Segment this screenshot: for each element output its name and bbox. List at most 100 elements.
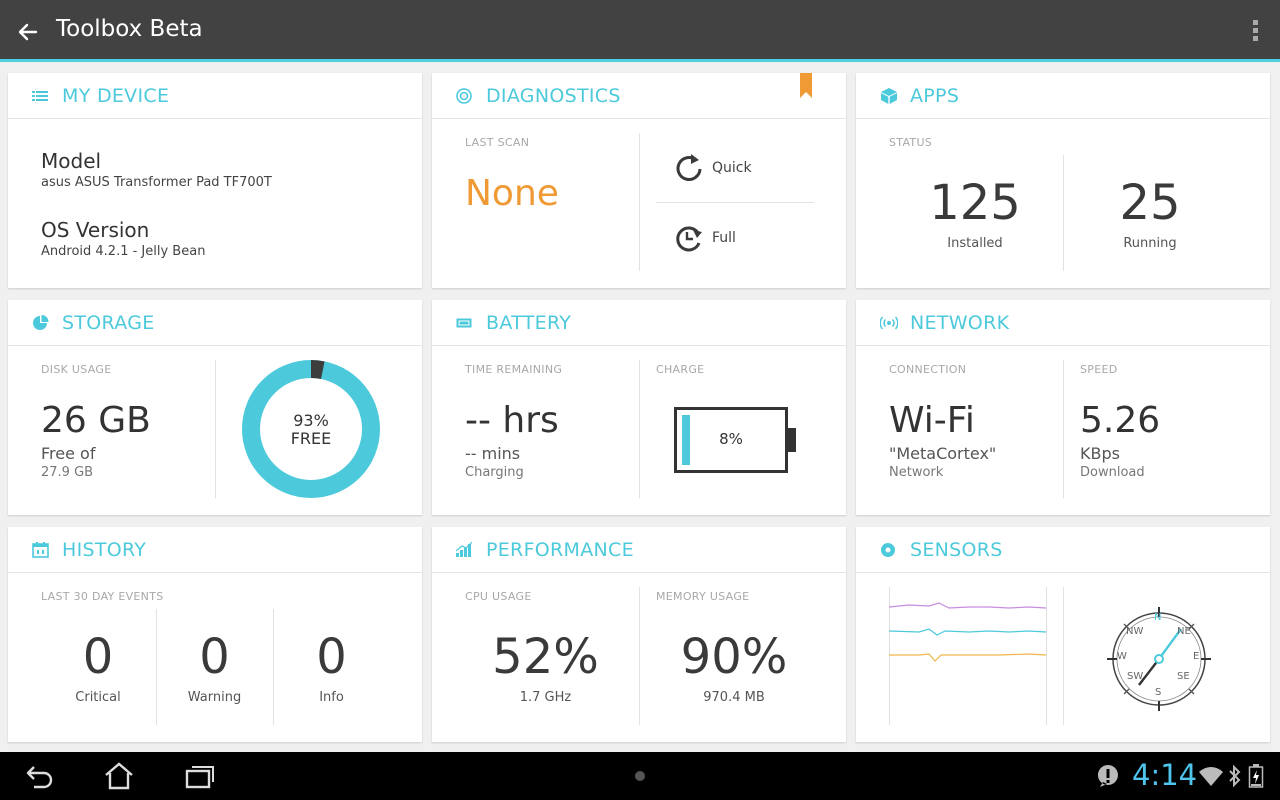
system-nav-bar: 4:14 (0, 752, 1280, 800)
connection-label: CONNECTION (889, 363, 967, 376)
speed-direction: Download (1080, 465, 1145, 480)
compass-w: W (1117, 651, 1127, 662)
card-network[interactable]: NETWORK CONNECTION Wi-Fi "MetaCortex" Ne… (856, 300, 1270, 515)
divider (1063, 587, 1064, 725)
time-remaining-label: TIME REMAINING (465, 363, 563, 376)
pie-chart-icon (33, 315, 49, 330)
quick-scan-label: Quick (712, 160, 752, 176)
compass: N NE E SE S SW W NW (1107, 607, 1211, 711)
status-label: STATUS (889, 136, 933, 149)
card-title: PERFORMANCE (486, 539, 634, 561)
compass-n: N (1154, 612, 1162, 623)
memory-amount: 970.4 MB (703, 690, 765, 705)
model-label: Model (41, 149, 102, 173)
compass-s: S (1155, 687, 1162, 698)
free-of-label: Free of (41, 444, 96, 463)
card-my-device[interactable]: MY DEVICE Model asus ASUS Transformer Pa… (8, 73, 422, 288)
free-space-value: 26 GB (41, 400, 151, 441)
memory-usage-label: MEMORY USAGE (656, 590, 750, 603)
refresh-icon (676, 154, 702, 181)
divider (656, 202, 814, 203)
free-label: FREE (290, 429, 332, 448)
speed-value: 5.26 (1080, 400, 1161, 441)
card-header: DIAGNOSTICS (432, 73, 846, 119)
warning-label: Warning (187, 690, 242, 705)
card-apps[interactable]: APPS STATUS 125 Installed 25 Running (856, 73, 1270, 288)
divider (639, 360, 640, 498)
card-title: APPS (910, 85, 960, 107)
card-sensors[interactable]: SENSORS N NE E SE S SW W NW (856, 527, 1270, 742)
back-arrow-icon[interactable] (16, 20, 40, 44)
card-title: SENSORS (910, 539, 1003, 561)
compass-nw: NW (1126, 626, 1144, 637)
bookmark-icon (800, 73, 812, 98)
wireless-signal-icon (880, 316, 898, 330)
card-diagnostics[interactable]: DIAGNOSTICS LAST SCAN None Quick Full (432, 73, 846, 288)
card-title: HISTORY (62, 539, 147, 561)
card-header: MY DEVICE (8, 73, 422, 119)
cpu-frequency: 1.7 GHz (519, 690, 572, 705)
running-label: Running (1123, 236, 1177, 251)
running-count: 25 (1119, 175, 1181, 231)
sensor-icon (881, 543, 895, 557)
battery-gauge: 8% (674, 407, 796, 473)
disk-usage-label: DISK USAGE (41, 363, 112, 376)
card-title: NETWORK (910, 312, 1010, 334)
charge-percent: 8% (719, 430, 743, 448)
memory-usage-value: 90% (680, 629, 788, 685)
overflow-menu-icon[interactable] (1248, 20, 1262, 46)
divider (1063, 360, 1064, 498)
last-scan-value: None (465, 173, 559, 214)
connection-type: Wi-Fi (889, 400, 975, 441)
model-value: asus ASUS Transformer Pad TF700T (41, 175, 272, 190)
status-clock: 4:14 (1132, 758, 1198, 792)
app-title: Toolbox Beta (56, 16, 203, 42)
card-header: PERFORMANCE (432, 527, 846, 573)
compass-se: SE (1177, 671, 1190, 682)
card-header: SENSORS (856, 527, 1270, 573)
divider (215, 360, 216, 498)
alert-icon[interactable] (1097, 764, 1119, 788)
wifi-icon (1199, 767, 1223, 786)
compass-e: E (1193, 651, 1200, 662)
card-title: DIAGNOSTICS (486, 85, 621, 107)
card-performance[interactable]: PERFORMANCE CPU USAGE MEMORY USAGE 52% 1… (432, 527, 846, 742)
battery-icon (456, 318, 472, 328)
compass-ne: NE (1177, 626, 1191, 637)
card-title: STORAGE (62, 312, 155, 334)
critical-count: 0 (82, 629, 114, 685)
recent-apps-icon[interactable] (184, 762, 216, 790)
indicator-dot (635, 771, 645, 781)
quick-scan-button[interactable]: Quick (656, 149, 814, 189)
hours-remaining: -- hrs (465, 400, 559, 441)
back-icon[interactable] (24, 762, 56, 790)
divider (639, 133, 640, 271)
action-bar: Toolbox Beta (0, 0, 1280, 62)
card-header: STORAGE (8, 300, 422, 346)
full-scan-label: Full (712, 230, 736, 246)
charging-state: Charging (465, 465, 524, 480)
full-scan-button[interactable]: Full (656, 219, 814, 259)
speed-unit: KBps (1080, 444, 1120, 463)
network-label: Network (889, 465, 944, 480)
charge-label: CHARGE (656, 363, 705, 376)
card-header: HISTORY (8, 527, 422, 573)
compass-sw: SW (1127, 671, 1144, 682)
card-title: BATTERY (486, 312, 572, 334)
info-count: 0 (316, 629, 347, 685)
installed-count: 125 (929, 175, 1021, 231)
free-percent: 93% (293, 411, 329, 430)
card-header: NETWORK (856, 300, 1270, 346)
card-storage[interactable]: STORAGE DISK USAGE 26 GB Free of 27.9 GB… (8, 300, 422, 515)
card-battery[interactable]: BATTERY TIME REMAINING -- hrs -- mins Ch… (432, 300, 846, 515)
events-label: LAST 30 DAY EVENTS (41, 590, 164, 603)
list-icon (32, 91, 48, 101)
clock-refresh-icon (676, 226, 702, 252)
card-history[interactable]: HISTORY LAST 30 DAY EVENTS 0 Critical 0 … (8, 527, 422, 742)
card-header: BATTERY (432, 300, 846, 346)
card-header: APPS (856, 73, 1270, 119)
sensor-graph (889, 587, 1047, 725)
os-version-value: Android 4.2.1 - Jelly Bean (41, 244, 206, 259)
home-icon[interactable] (103, 762, 135, 790)
cpu-usage-value: 52% (492, 629, 599, 685)
